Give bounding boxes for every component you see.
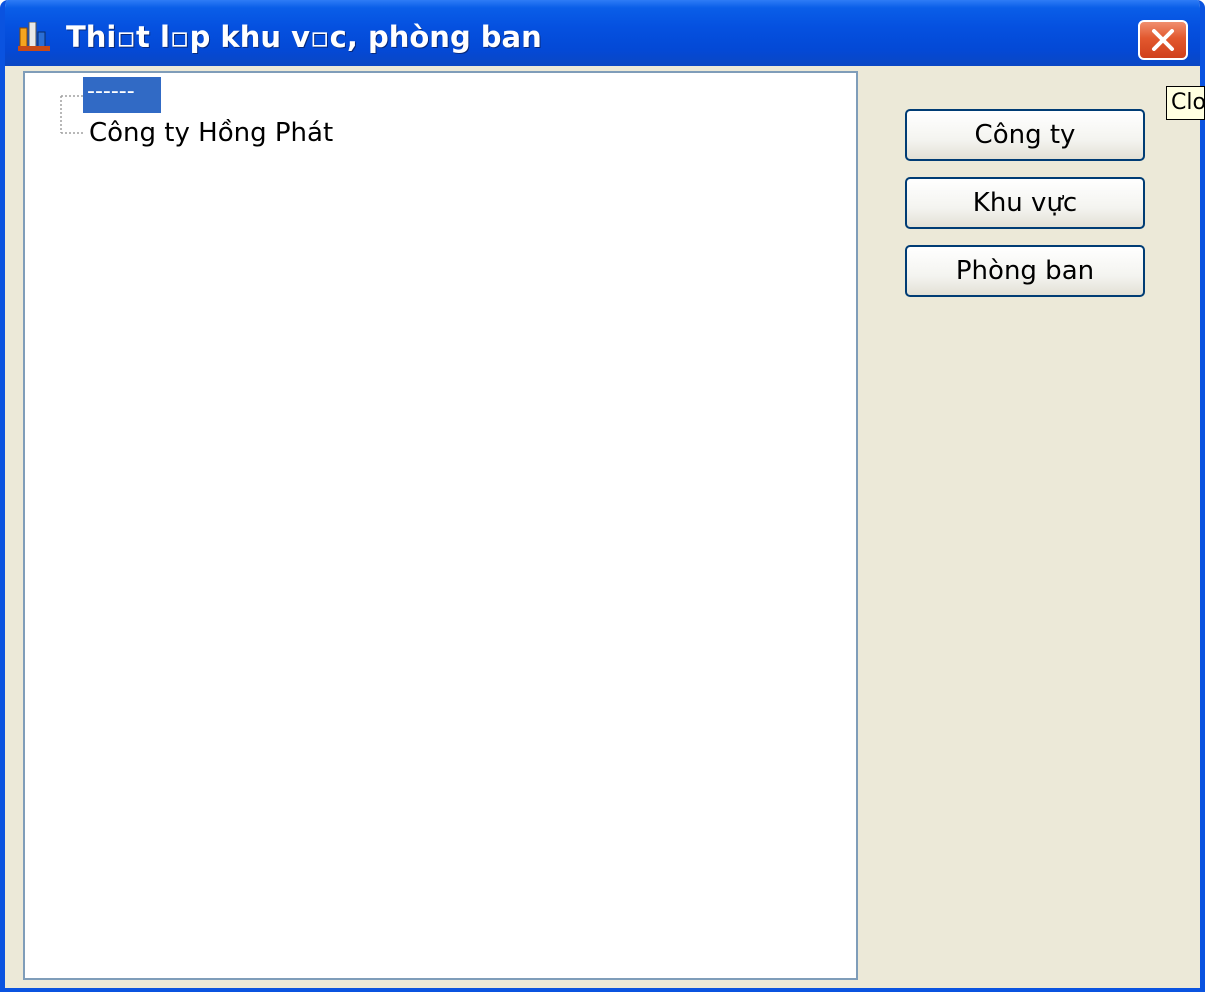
dialog-window: Thi▫t l▫p khu v▫c, phòng ban ------ Công… <box>0 0 1205 992</box>
title-bar[interactable]: Thi▫t l▫p khu v▫c, phòng ban <box>5 0 1200 66</box>
tree-item-company[interactable]: Công ty Hồng Phát <box>89 115 333 151</box>
company-button[interactable]: Công ty <box>905 109 1145 161</box>
tree-view[interactable]: ------ Công ty Hồng Phát <box>23 71 858 980</box>
close-icon <box>1152 29 1174 51</box>
window-title: Thi▫t l▫p khu v▫c, phòng ban <box>66 20 542 54</box>
department-button[interactable]: Phòng ban <box>905 245 1145 297</box>
region-button[interactable]: Khu vực <box>905 177 1145 229</box>
chart-app-icon <box>18 21 56 52</box>
tree-item-placeholder[interactable]: ------ <box>83 77 161 113</box>
close-button[interactable] <box>1138 20 1188 60</box>
close-tooltip: Close <box>1166 86 1205 120</box>
